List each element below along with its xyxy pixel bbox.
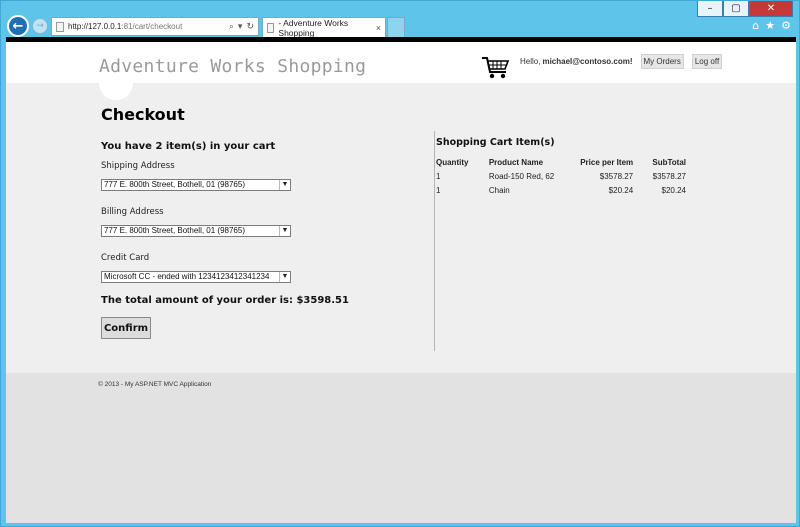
checkout-form: You have 2 item(s) in your cart Shipping… — [101, 141, 401, 339]
credit-card-select[interactable]: Microsoft CC - ended with 12341234123412… — [101, 271, 291, 283]
back-button[interactable]: ← — [7, 15, 29, 37]
tab-close-icon[interactable]: × — [376, 23, 385, 33]
address-bar[interactable]: http://127.0.0.1:81/cart/checkout ⌕ ▾ ↻ — [51, 17, 259, 36]
browser-tools: ⌂ ★ ⚙ — [752, 19, 791, 32]
confirm-button[interactable]: Confirm — [101, 317, 151, 339]
table-row: 1 Road-150 Red, 62 $3578.27 $3578.27 — [436, 172, 686, 186]
chevron-down-icon[interactable]: ▼ — [279, 226, 290, 236]
column-header-subtotal: SubTotal — [652, 158, 686, 167]
cart-table: Quantity Product Name Price per Item Sub… — [436, 158, 686, 200]
cell-subtotal: $3578.27 — [652, 172, 686, 181]
refresh-icon[interactable]: ↻ — [246, 22, 254, 32]
tab-page-icon — [267, 22, 275, 33]
url-host: http://127.0.0.1 — [68, 22, 122, 31]
address-tools: ⌕ ▾ ↻ — [229, 22, 258, 32]
log-off-button[interactable]: Log off — [691, 54, 723, 69]
table-row: 1 Chain $20.24 $20.24 — [436, 186, 686, 200]
main-content: Checkout You have 2 item(s) in your cart… — [6, 83, 796, 373]
forward-button[interactable]: → — [32, 18, 48, 34]
my-orders-button[interactable]: My Orders — [640, 54, 684, 69]
site-header: Adventure Works Shopping Hello, michael@… — [6, 42, 796, 83]
chevron-down-icon[interactable]: ▼ — [279, 272, 290, 282]
site-title[interactable]: Adventure Works Shopping — [99, 56, 366, 77]
cell-product-name: Road-150 Red, 62 — [488, 172, 555, 181]
favorites-icon[interactable]: ★ — [765, 19, 775, 32]
chevron-down-icon[interactable]: ▼ — [279, 180, 290, 190]
tab-checkout[interactable]: - Adventure Works Shopping × — [262, 17, 386, 38]
new-tab-button[interactable] — [387, 17, 405, 37]
column-header-quantity: Quantity — [436, 158, 469, 167]
maximize-button[interactable]: ▢ — [723, 1, 749, 17]
header-notch — [99, 83, 133, 100]
page-viewport: Adventure Works Shopping Hello, michael@… — [6, 37, 796, 523]
shopping-cart-icon[interactable] — [481, 55, 511, 81]
page-icon — [56, 21, 64, 32]
order-total-text: The total amount of your order is: $3598… — [101, 295, 349, 306]
search-icon[interactable]: ⌕ — [229, 22, 234, 32]
cell-price: $3578.27 — [599, 172, 634, 181]
cart-heading: Shopping Cart Item(s) — [436, 137, 555, 148]
dropdown-icon[interactable]: ▾ — [238, 22, 243, 32]
column-header-price: Price per Item — [580, 158, 634, 167]
credit-card-label: Credit Card — [101, 253, 150, 263]
shipping-address-label: Shipping Address — [101, 161, 175, 171]
table-header-row: Quantity Product Name Price per Item Sub… — [436, 158, 686, 172]
browser-window: – ▢ ✕ ← → http://127.0.0.1:81/cart/check… — [0, 0, 800, 527]
credit-card-value: Microsoft CC - ended with 12341234123412… — [104, 272, 270, 281]
cart-count-text: You have 2 item(s) in your cart — [101, 141, 276, 152]
column-divider — [434, 131, 435, 351]
gear-icon[interactable]: ⚙ — [781, 19, 791, 32]
cell-quantity: 1 — [436, 186, 441, 195]
shopping-cart-panel: Shopping Cart Item(s) Quantity Product N… — [436, 137, 696, 200]
cell-quantity: 1 — [436, 172, 441, 181]
user-name-link[interactable]: michael@contoso.com! — [542, 57, 632, 66]
footer-text: © 2013 - My ASP.NET MVC Application — [98, 381, 212, 388]
shipping-address-value: 777 E. 800th Street, Bothell, 01 (98765) — [104, 180, 245, 189]
billing-address-value: 777 E. 800th Street, Bothell, 01 (98765) — [104, 226, 245, 235]
login-area: Hello, michael@contoso.com! My Orders Lo… — [520, 54, 723, 69]
greeting-text: Hello, — [520, 57, 541, 66]
page-title: Checkout — [101, 105, 185, 124]
cell-subtotal: $20.24 — [661, 186, 686, 195]
home-icon[interactable]: ⌂ — [752, 19, 759, 32]
window-controls: – ▢ ✕ — [697, 1, 793, 17]
close-window-button[interactable]: ✕ — [749, 1, 793, 17]
tab-title: - Adventure Works Shopping — [278, 17, 349, 38]
column-header-product: Product Name — [488, 158, 544, 167]
cell-product-name: Chain — [488, 186, 510, 195]
shipping-address-select[interactable]: 777 E. 800th Street, Bothell, 01 (98765)… — [101, 179, 291, 191]
url-path: :81/cart/checkout — [121, 22, 183, 31]
billing-address-label: Billing Address — [101, 207, 164, 217]
billing-address-select[interactable]: 777 E. 800th Street, Bothell, 01 (98765)… — [101, 225, 291, 237]
cell-price: $20.24 — [608, 186, 634, 195]
minimize-button[interactable]: – — [697, 1, 723, 17]
